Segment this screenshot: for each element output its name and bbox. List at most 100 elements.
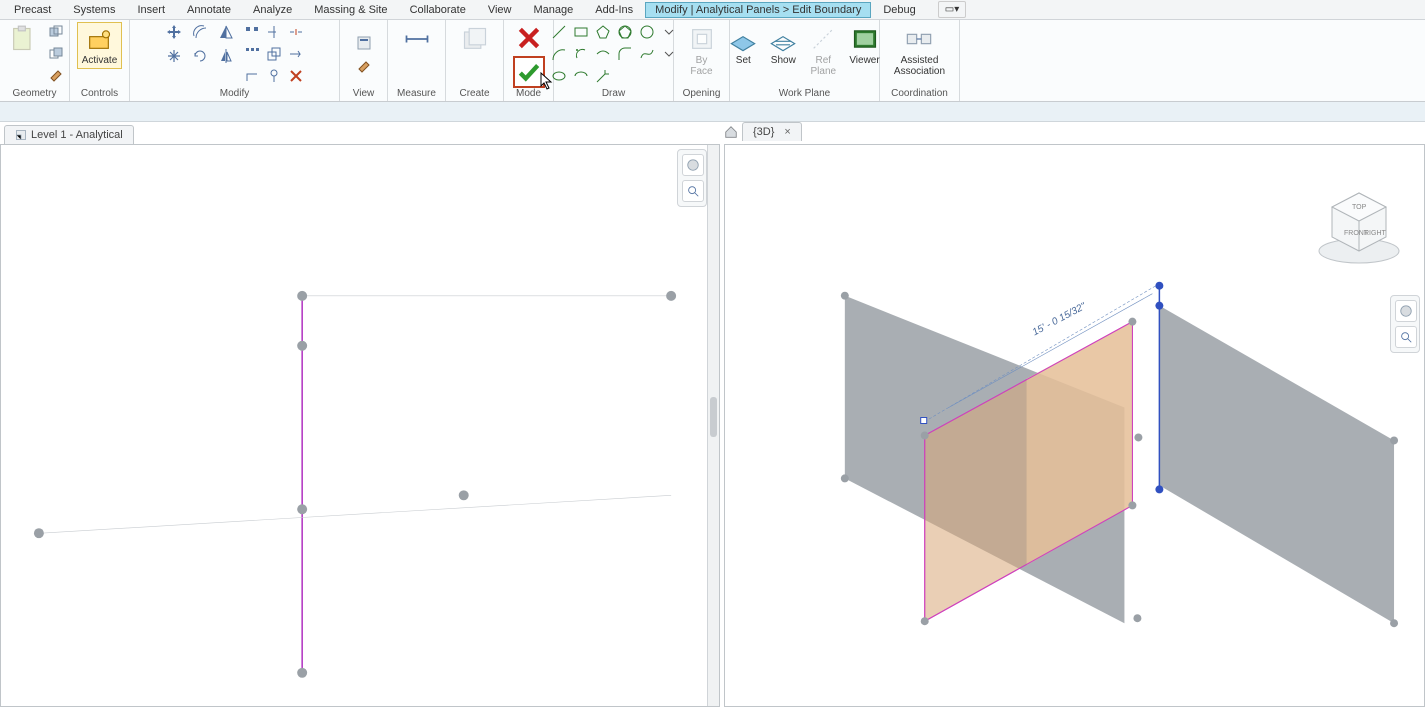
spline-icon[interactable] bbox=[637, 44, 657, 64]
measure-button[interactable] bbox=[398, 22, 436, 56]
delete-icon[interactable] bbox=[286, 66, 306, 86]
view-label: View bbox=[353, 88, 375, 101]
pick-lines-icon[interactable] bbox=[593, 66, 613, 86]
ellipse-icon[interactable] bbox=[549, 66, 569, 86]
geometry-paint-icon[interactable] bbox=[46, 66, 66, 86]
zoom-icon[interactable] bbox=[682, 180, 704, 202]
close-icon[interactable]: × bbox=[784, 126, 790, 138]
arc-start-icon[interactable] bbox=[549, 44, 569, 64]
partial-ellipse-icon[interactable] bbox=[571, 66, 591, 86]
zoom-right-icon[interactable] bbox=[1395, 326, 1417, 348]
menu-manage[interactable]: Manage bbox=[523, 2, 583, 18]
3d-view-pane[interactable]: 15' - 0 15/32" bbox=[724, 144, 1425, 707]
create-label: Create bbox=[459, 88, 489, 101]
ribbon-group-opening: By Face Opening bbox=[674, 20, 730, 101]
mode-label: Mode bbox=[516, 88, 541, 101]
svg-text:TOP: TOP bbox=[1352, 204, 1367, 211]
menu-bar: Precast Systems Insert Annotate Analyze … bbox=[0, 0, 1425, 20]
nav-bar-left bbox=[677, 149, 707, 207]
analytical-canvas[interactable] bbox=[1, 145, 719, 706]
finish-edit-button[interactable] bbox=[513, 56, 545, 88]
menu-addins[interactable]: Add-Ins bbox=[585, 2, 643, 18]
analytical-view-pane[interactable] bbox=[0, 144, 720, 707]
coordination-label: Coordination bbox=[891, 88, 948, 101]
ref-label: Ref Plane bbox=[811, 55, 837, 77]
opening-byface-button[interactable]: By Face bbox=[683, 22, 721, 80]
pin-icon[interactable] bbox=[264, 66, 284, 86]
menu-collaborate[interactable]: Collaborate bbox=[400, 2, 476, 18]
nav-bar-right bbox=[1390, 295, 1420, 353]
move-tool-icon[interactable] bbox=[164, 46, 184, 66]
workplane-set-button[interactable]: Set bbox=[724, 22, 762, 69]
rectangle-icon[interactable] bbox=[571, 22, 591, 42]
svg-text:RIGHT: RIGHT bbox=[1364, 230, 1387, 237]
menu-debug[interactable]: Debug bbox=[873, 2, 925, 18]
view-paint-icon[interactable] bbox=[354, 57, 374, 77]
align-icon[interactable] bbox=[242, 22, 262, 42]
rotate-icon[interactable] bbox=[190, 46, 210, 66]
geometry-clipboard[interactable] bbox=[4, 22, 42, 56]
nav-wheel-icon[interactable] bbox=[682, 154, 704, 176]
cancel-edit-button[interactable] bbox=[513, 22, 545, 54]
menu-precast[interactable]: Precast bbox=[4, 2, 61, 18]
view-tab-left[interactable]: Level 1 - Analytical bbox=[4, 125, 134, 144]
trim-icon[interactable] bbox=[264, 22, 284, 42]
ribbon-group-modify: Modify bbox=[130, 20, 340, 101]
mirror-axis-icon[interactable] bbox=[216, 22, 236, 42]
polygon-circ-icon[interactable] bbox=[615, 22, 635, 42]
dimension-value: 15' - 0 15/32" bbox=[1031, 301, 1088, 338]
polygon-inscribed-icon[interactable] bbox=[593, 22, 613, 42]
view-prop-icon[interactable] bbox=[354, 33, 374, 53]
ribbon-group-workplane: Set Show Ref Plane Viewer Work Plane bbox=[730, 20, 880, 101]
floorplan-icon bbox=[15, 129, 27, 141]
workplane-label: Work Plane bbox=[779, 88, 831, 101]
offset-icon[interactable] bbox=[190, 22, 210, 42]
menu-massing-site[interactable]: Massing & Site bbox=[304, 2, 397, 18]
viewcube[interactable]: FRONT RIGHT TOP bbox=[1314, 185, 1404, 275]
menu-view[interactable]: View bbox=[478, 2, 522, 18]
menu-systems[interactable]: Systems bbox=[63, 2, 125, 18]
menu-modify-context[interactable]: Modify | Analytical Panels > Edit Bounda… bbox=[645, 2, 871, 18]
menu-analyze[interactable]: Analyze bbox=[243, 2, 302, 18]
measure-label: Measure bbox=[397, 88, 436, 101]
arc-tangent-icon[interactable] bbox=[593, 44, 613, 64]
assisted-association-button[interactable]: Assisted Association bbox=[889, 22, 950, 80]
mirror-pick-icon[interactable] bbox=[216, 46, 236, 66]
corner-trim-icon[interactable] bbox=[242, 66, 262, 86]
workplane-show-button[interactable]: Show bbox=[764, 22, 802, 69]
set-label: Set bbox=[736, 55, 751, 66]
nav-wheel-right-icon[interactable] bbox=[1395, 300, 1417, 322]
controls-label: Controls bbox=[81, 88, 118, 101]
activate-button[interactable]: Activate bbox=[77, 22, 123, 69]
view-tab-right[interactable]: {3D} × bbox=[742, 122, 802, 141]
split-icon[interactable] bbox=[286, 22, 306, 42]
menu-overflow[interactable]: ▭▾ bbox=[938, 1, 966, 18]
ribbon-group-draw: Draw bbox=[554, 20, 674, 101]
view-tab-right-group: {3D} × bbox=[724, 122, 804, 141]
circle-icon[interactable] bbox=[637, 22, 657, 42]
options-bar bbox=[0, 102, 1425, 122]
home-icon[interactable] bbox=[724, 125, 738, 139]
create-group-button[interactable] bbox=[456, 22, 494, 56]
extend-icon[interactable] bbox=[286, 44, 306, 64]
modify-label: Modify bbox=[220, 88, 249, 101]
geometry-cut-icon[interactable] bbox=[46, 44, 66, 64]
ribbon-group-measure: Measure bbox=[388, 20, 446, 101]
arc-center-icon[interactable] bbox=[571, 44, 591, 64]
workplane-viewer-button[interactable]: Viewer bbox=[844, 22, 884, 69]
menu-annotate[interactable]: Annotate bbox=[177, 2, 241, 18]
array-icon[interactable] bbox=[242, 44, 262, 64]
scrollbar-left[interactable] bbox=[707, 145, 719, 706]
arc-fillet-icon[interactable] bbox=[615, 44, 635, 64]
line-icon[interactable] bbox=[549, 22, 569, 42]
draw-label: Draw bbox=[602, 88, 625, 101]
scale-icon[interactable] bbox=[264, 44, 284, 64]
ribbon-group-view: View bbox=[340, 20, 388, 101]
move-icon[interactable] bbox=[164, 22, 184, 42]
show-label: Show bbox=[771, 55, 796, 66]
assoc-label: Assisted Association bbox=[894, 55, 945, 77]
workplane-ref-button[interactable]: Ref Plane bbox=[804, 22, 842, 80]
geometry-join-icon[interactable] bbox=[46, 22, 66, 42]
view-tab-right-label: {3D} bbox=[753, 126, 774, 138]
menu-insert[interactable]: Insert bbox=[127, 2, 175, 18]
